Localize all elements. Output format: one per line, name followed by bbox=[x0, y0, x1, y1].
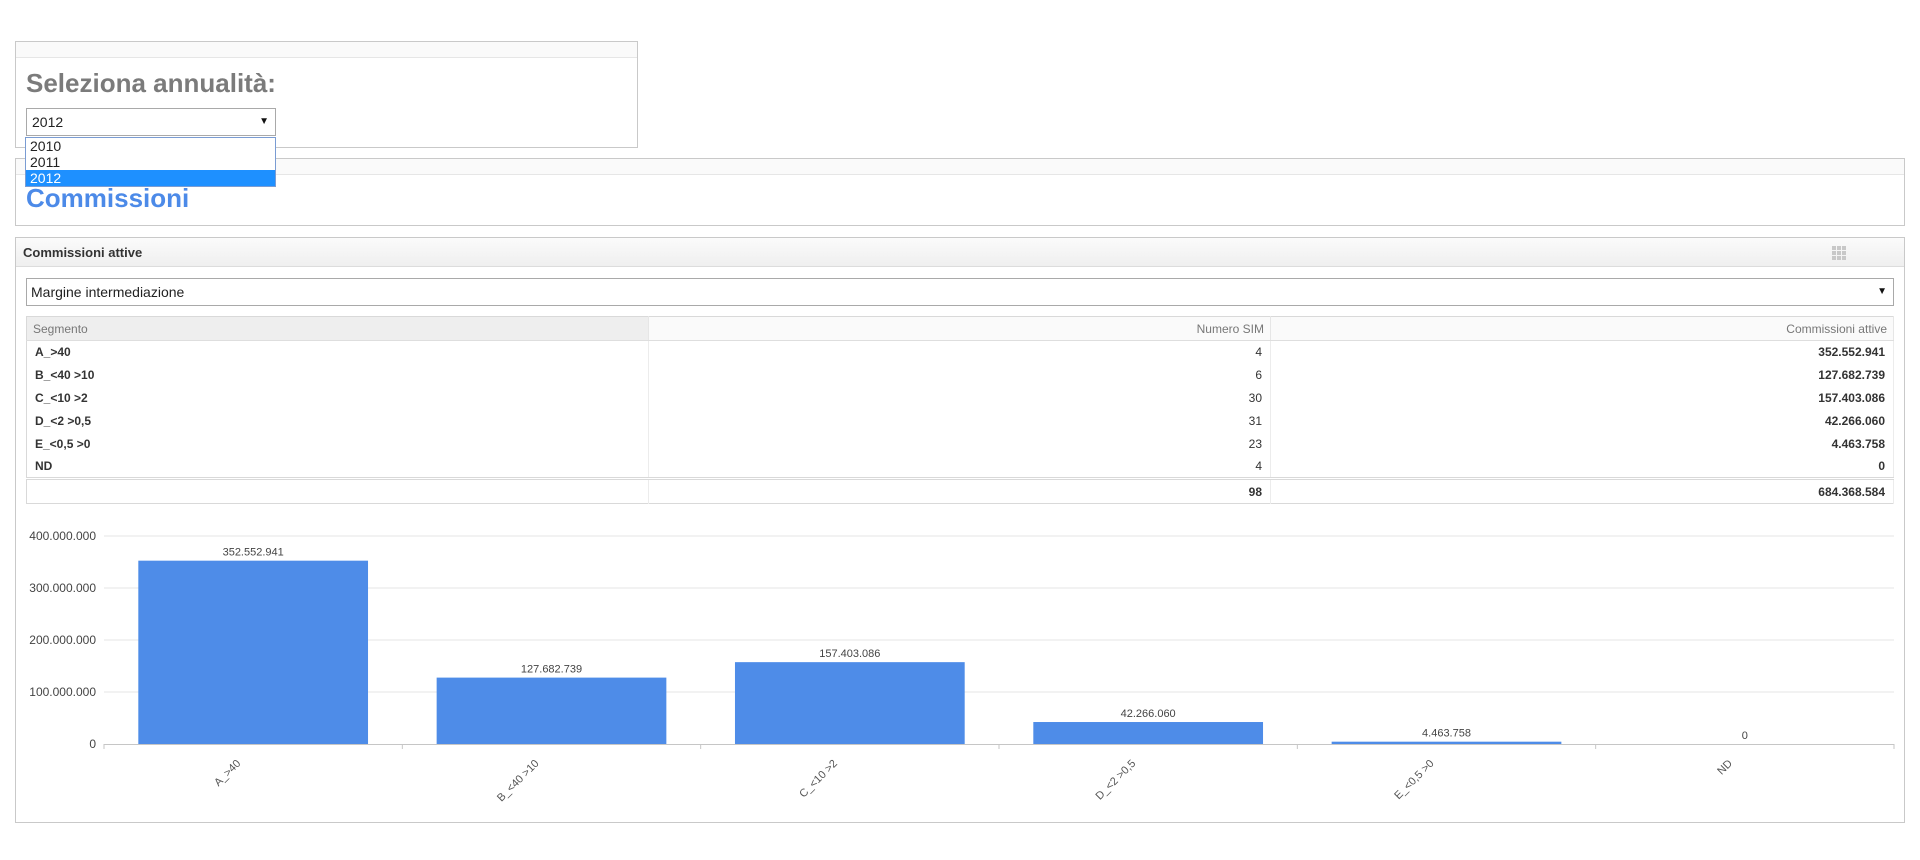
year-select-value: 2012 bbox=[32, 114, 64, 130]
x-tick-label: D_<2 >0,5 bbox=[1093, 758, 1138, 803]
x-tick-label: ND bbox=[1715, 758, 1735, 778]
bar bbox=[138, 560, 369, 744]
y-tick-label: 200.000.000 bbox=[29, 633, 96, 647]
panel-header-strip bbox=[16, 159, 1904, 175]
bar-data-label: 42.266.060 bbox=[1121, 708, 1176, 720]
x-tick-label: C_<10 >2 bbox=[797, 758, 840, 801]
bar-data-label: 127.682.739 bbox=[521, 664, 582, 676]
bar bbox=[436, 677, 667, 744]
x-tick-label: A_>40 bbox=[212, 758, 243, 789]
year-selector-panel: Seleziona annualità: 2012 ▼ bbox=[15, 41, 638, 148]
bar bbox=[734, 662, 965, 744]
year-select[interactable]: 2012 ▼ bbox=[26, 108, 276, 136]
commissioni-attive-widget: Commissioni attive Margine intermediazio… bbox=[15, 237, 1905, 823]
bar-data-label: 352.552.941 bbox=[223, 547, 284, 559]
commissioni-section: Commissioni bbox=[15, 158, 1905, 226]
y-tick-label: 100.000.000 bbox=[29, 685, 96, 699]
commissioni-bar-chart: 0 100.000.000 200.000.000 300.000.000 400.00… bbox=[29, 529, 1895, 805]
year-selector-title: Seleziona annualità: bbox=[26, 68, 276, 98]
bar bbox=[1033, 722, 1264, 744]
bar-data-label: 157.403.086 bbox=[819, 648, 880, 660]
x-tick-label: E_<0,5 >0 bbox=[1392, 758, 1436, 802]
section-title: Commissioni bbox=[26, 183, 190, 213]
bar-data-label: 4.463.758 bbox=[1422, 728, 1471, 740]
year-dropdown-list: 2010 2011 2012 bbox=[25, 137, 276, 187]
year-option-2011[interactable]: 2011 bbox=[26, 154, 275, 170]
year-option-2010[interactable]: 2010 bbox=[26, 138, 275, 154]
bar-data-label: 0 bbox=[1742, 730, 1748, 742]
y-tick-label: 300.000.000 bbox=[29, 581, 96, 595]
y-tick-label: 400.000.000 bbox=[29, 529, 96, 543]
bar bbox=[1331, 741, 1562, 744]
panel-header-strip bbox=[16, 42, 637, 58]
dropdown-arrow-icon: ▼ bbox=[259, 116, 269, 127]
y-tick-label: 0 bbox=[89, 737, 96, 751]
year-option-2012[interactable]: 2012 bbox=[26, 170, 275, 186]
x-tick-label: B_<40 >10 bbox=[495, 758, 542, 805]
